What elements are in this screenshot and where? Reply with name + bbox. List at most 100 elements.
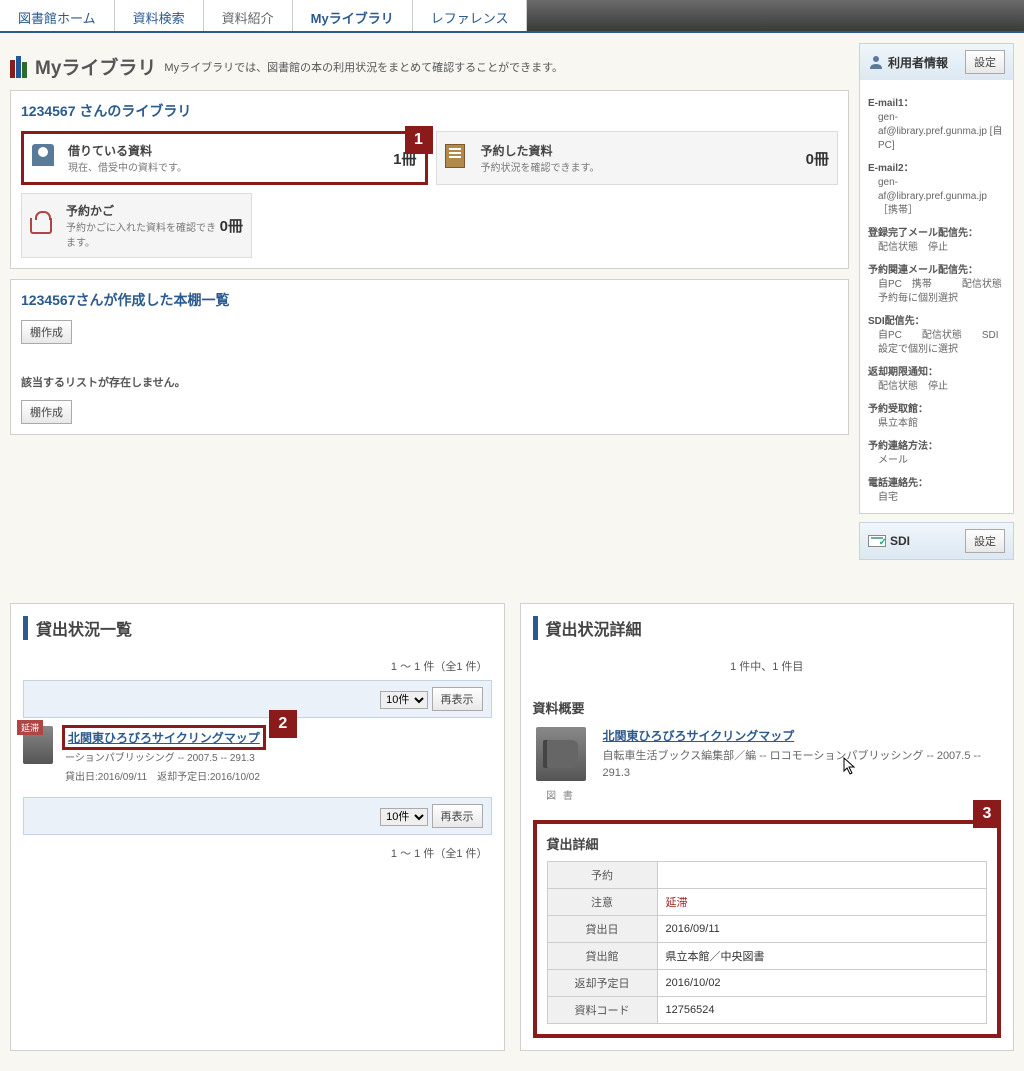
cart-count: 0冊 [220, 215, 243, 236]
phone-label: 電話連絡先： [868, 474, 1005, 489]
mylibrary-desc: Myライブラリでは、図書館の本の利用状況をまとめて確認することができます。 [164, 59, 563, 75]
loan-detail-pager: 1 件中、1 件目 [533, 652, 1002, 680]
th-reserve: 予約 [547, 862, 657, 889]
detail-book-title-link[interactable]: 北関東ひろびろサイクリングマップ [603, 729, 795, 743]
overview-label: 資料概要 [533, 698, 1002, 717]
cart-sub: 予約かごに入れた資料を確認できます。 [66, 219, 220, 249]
reserved-sub: 予約状況を確認できます。 [481, 159, 806, 174]
sdimail-label: SDI配信先： [868, 312, 1005, 327]
tab-search[interactable]: 資料検索 [115, 0, 204, 31]
right-column: 利用者情報 設定 E-mail1： gen-af@library.pref.gu… [859, 43, 1014, 568]
sdi-title: SDI [868, 534, 910, 548]
borrowed-sub: 現在、借受中の資料です。 [68, 159, 393, 174]
callout-1: 1 [405, 126, 433, 154]
book-title-text: 北関東ひろびろサイクリングマップ [68, 731, 260, 745]
loan-list-pager-top: 1 ～ 1 件（全1 件） [23, 652, 492, 680]
sdi-header-text: SDI [890, 534, 910, 548]
user-library-title: 1234567 さんのライブラリ [21, 101, 838, 121]
loan-detail-panel: 貸出状況詳細 1 件中、1 件目 資料概要 図 書 北関東ひろびろサイクリングマ… [520, 603, 1015, 1051]
callout-2: 2 [269, 710, 297, 738]
email2-label: E-mail2： [868, 159, 1005, 174]
detail-book-meta: 自転車生活ブックス編集部／編 -- ロコモーションパブリッシング -- 2007… [603, 748, 1002, 781]
reserved-title: 予約した資料 [481, 142, 806, 159]
tab-home[interactable]: 図書館ホーム [0, 0, 115, 31]
tab-reference[interactable]: レファレンス [413, 0, 528, 31]
tab-intro[interactable]: 資料紹介 [204, 0, 293, 31]
sdi-panel: SDI 設定 [859, 522, 1014, 560]
email2-value: gen-af@library.pref.gunma.jp ［携帯］ [878, 176, 1005, 218]
cart-title: 予約かご [66, 202, 220, 219]
status-row: 1 借りている資料 現在、借受中の資料です。 1冊 予約した資料 予約状況を確認… [21, 131, 838, 185]
create-shelf-button-2[interactable]: 棚作成 [21, 400, 72, 424]
refresh-button-top[interactable]: 再表示 [432, 687, 483, 711]
tab-mylibrary[interactable]: Myライブラリ [293, 0, 413, 31]
create-shelf-button-1[interactable]: 棚作成 [21, 320, 72, 344]
overdue-badge: 延滞 [17, 720, 43, 735]
td-caution: 延滞 [657, 889, 987, 916]
table-row: 貸出館県立本館／中央図書 [547, 943, 987, 970]
card-reserved[interactable]: 予約した資料 予約状況を確認できます。 0冊 [436, 131, 839, 185]
basket-icon [30, 212, 58, 240]
sdi-header: SDI 設定 [860, 523, 1013, 559]
user-info-panel: 利用者情報 設定 E-mail1： gen-af@library.pref.gu… [859, 43, 1014, 514]
th-duedate: 返却予定日 [547, 970, 657, 997]
td-matcode: 12756524 [657, 997, 987, 1024]
td-loanlib: 県立本館／中央図書 [657, 943, 987, 970]
return-label: 返却期限通知： [868, 363, 1005, 378]
book-meta1: ーションパブリッシング -- 2007.5 -- 291.3 [65, 751, 488, 766]
books-icon [10, 56, 27, 78]
detail-label: 貸出詳細 [547, 834, 988, 853]
regmail-value: 配信状態 停止 [878, 241, 1005, 255]
book-entry: 延滞 北関東ひろびろサイクリングマップ 2 ーションパブリッシング -- 200… [23, 722, 492, 797]
per-page-select-top[interactable]: 10件 [380, 691, 428, 709]
loan-detail-title: 貸出状況詳細 [533, 616, 1002, 640]
user-info-settings-button[interactable]: 設定 [965, 50, 1005, 74]
pickup-label: 予約受取館： [868, 400, 1005, 415]
user-info-header: 利用者情報 設定 [860, 44, 1013, 80]
callout-3: 3 [973, 800, 1001, 828]
th-matcode: 資料コード [547, 997, 657, 1024]
book-type-label: 図 書 [546, 787, 575, 802]
contact-value: メール [878, 454, 1005, 468]
card-cart[interactable]: 予約かご 予約かごに入れた資料を確認できます。 0冊 [21, 193, 252, 258]
book-title-link[interactable]: 北関東ひろびろサイクリングマップ 2 [65, 728, 263, 747]
left-column: Myライブラリ Myライブラリでは、図書館の本の利用状況をまとめて確認することが… [10, 43, 849, 568]
user-info-body: E-mail1： gen-af@library.pref.gunma.jp [自… [860, 80, 1013, 513]
user-info-header-text: 利用者情報 [888, 54, 948, 71]
user-icon [868, 54, 884, 70]
book-icon-large [536, 727, 586, 781]
loan-list-panel: 貸出状況一覧 1 ～ 1 件（全1 件） 10件 再表示 延滞 北関東ひろびろサ… [10, 603, 505, 1051]
td-loandate: 2016/09/11 [657, 916, 987, 943]
card-borrowed[interactable]: 1 借りている資料 現在、借受中の資料です。 1冊 [21, 131, 428, 185]
shelf-title: 1234567さんが作成した本棚一覧 [21, 290, 838, 310]
shelf-panel: 1234567さんが作成した本棚一覧 棚作成 該当するリストが存在しません。 棚… [10, 279, 849, 435]
loan-list-pager-bottom: 1 ～ 1 件（全1 件） [23, 839, 492, 867]
person-book-icon [32, 144, 60, 172]
main-tabs: 図書館ホーム 資料検索 資料紹介 Myライブラリ レファレンス [0, 0, 1024, 33]
loan-detail-table-wrap: 3 貸出詳細 予約 注意延滞 貸出日2016/09/11 貸出館県立本館／中央図… [533, 820, 1002, 1038]
bottom-area: 貸出状況一覧 1 ～ 1 件（全1 件） 10件 再表示 延滞 北関東ひろびろサ… [0, 593, 1024, 1071]
return-value: 配信状態 停止 [878, 380, 1005, 394]
table-row: 予約 [547, 862, 987, 889]
resmail-value2: 予約毎に個別選択 [878, 292, 1005, 306]
table-row: 注意延滞 [547, 889, 987, 916]
reserved-count: 0冊 [806, 148, 829, 169]
reserved-doc-icon [445, 144, 473, 172]
th-caution: 注意 [547, 889, 657, 916]
per-page-select-bottom[interactable]: 10件 [380, 808, 428, 826]
table-row: 貸出日2016/09/11 [547, 916, 987, 943]
resmail-label: 予約関連メール配信先： [868, 261, 1005, 276]
mylibrary-title: Myライブラリ [35, 53, 156, 80]
th-loandate: 貸出日 [547, 916, 657, 943]
phone-value: 自宅 [878, 491, 1005, 505]
sdi-settings-button[interactable]: 設定 [965, 529, 1005, 553]
overview-row: 図 書 北関東ひろびろサイクリングマップ 自転車生活ブックス編集部／編 -- ロ… [533, 727, 1002, 802]
table-row: 返却予定日2016/10/02 [547, 970, 987, 997]
filter-bar-bottom: 10件 再表示 [23, 797, 492, 835]
refresh-button-bottom[interactable]: 再表示 [432, 804, 483, 828]
th-loanlib: 貸出館 [547, 943, 657, 970]
loan-detail-table: 予約 注意延滞 貸出日2016/09/11 貸出館県立本館／中央図書 返却予定日… [547, 861, 988, 1024]
user-library-panel: 1234567 さんのライブラリ 1 借りている資料 現在、借受中の資料です。 … [10, 90, 849, 269]
td-duedate: 2016/10/02 [657, 970, 987, 997]
filter-bar-top: 10件 再表示 [23, 680, 492, 718]
